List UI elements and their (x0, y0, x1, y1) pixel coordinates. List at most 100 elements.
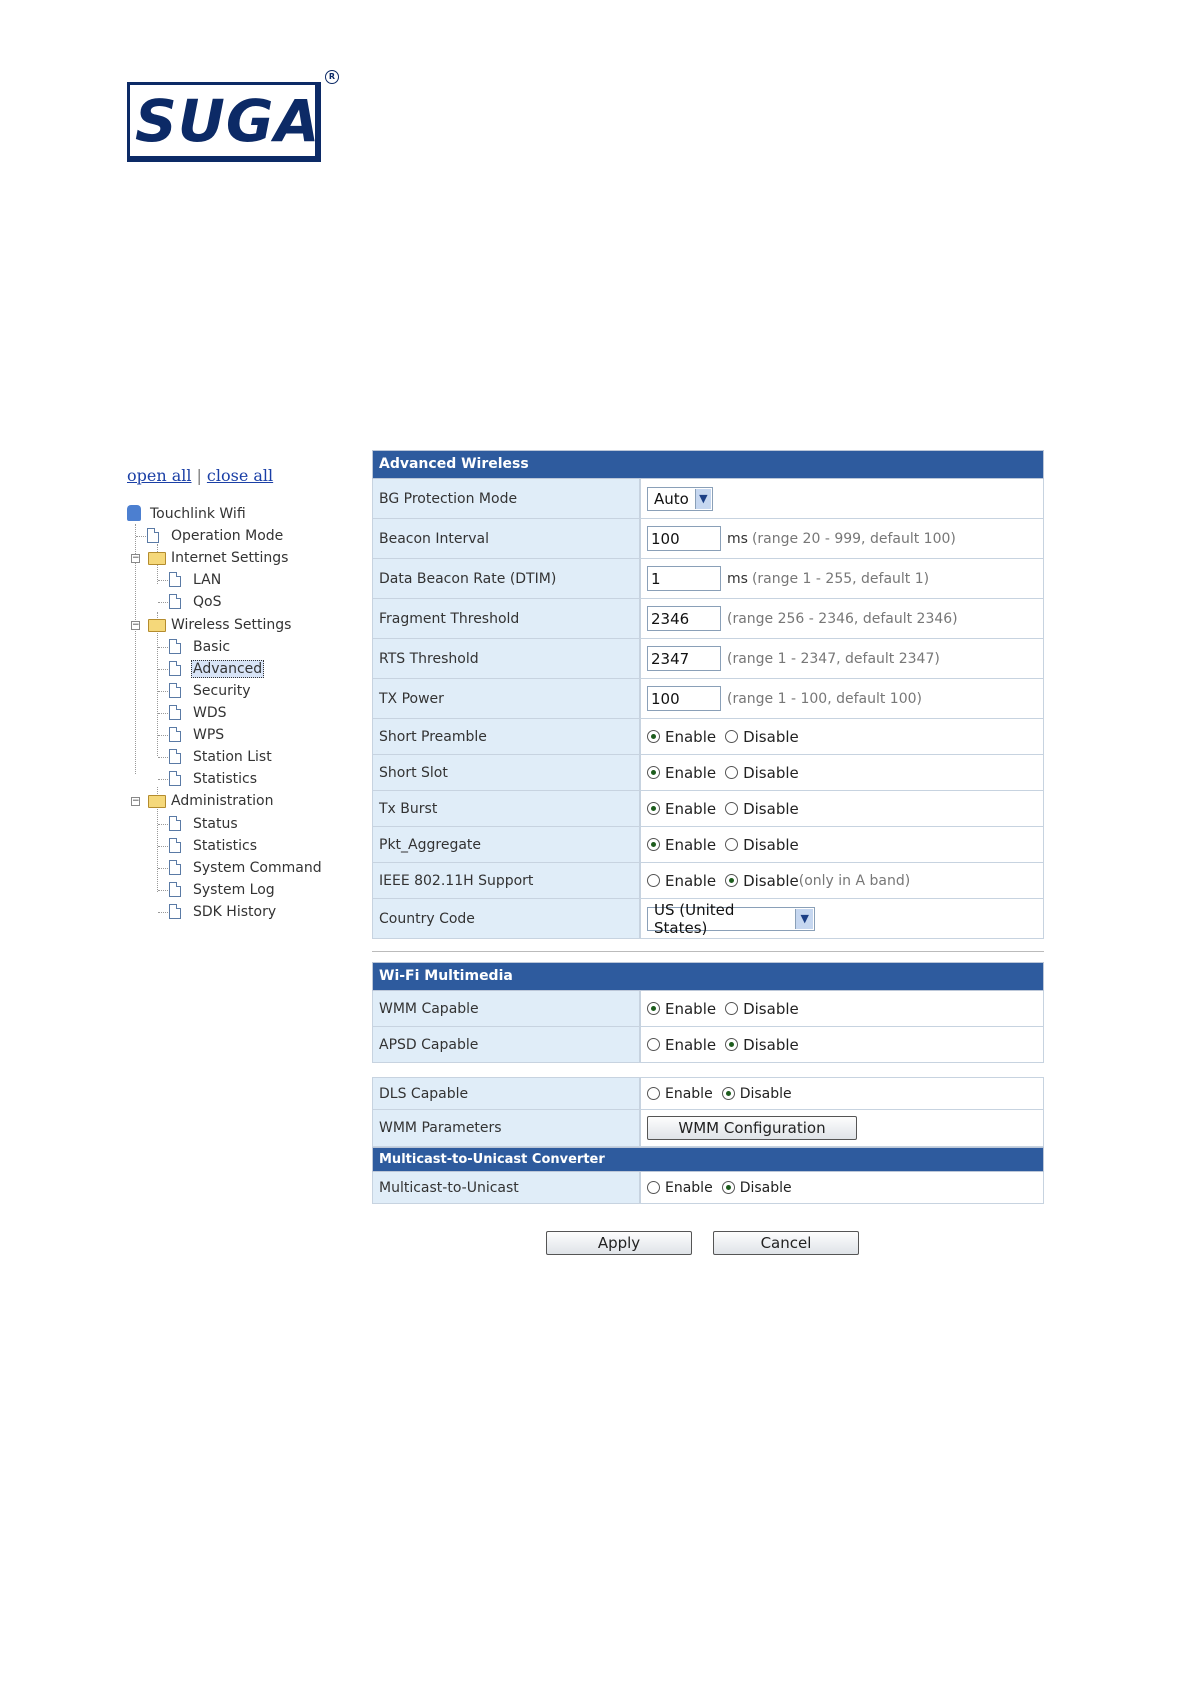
ieee80211h-label: IEEE 802.11H Support (373, 863, 641, 898)
ieee80211h-enable-radio[interactable] (647, 874, 660, 887)
short-preamble-disable-radio[interactable] (725, 730, 739, 743)
page-icon (169, 838, 181, 853)
cancel-button[interactable]: Cancel (713, 1231, 859, 1255)
tx-burst-enable-radio[interactable] (647, 802, 660, 815)
short-slot-enable-radio[interactable] (647, 766, 660, 779)
collapse-icon[interactable]: − (131, 554, 140, 563)
wmm-capable-disable-radio[interactable] (725, 1002, 739, 1015)
beacon-interval-row: Beacon Interval ms (range 20 - 999, defa… (372, 519, 1044, 559)
ieee80211h-row: IEEE 802.11H Support Enable Disable (onl… (372, 863, 1044, 899)
ieee80211h-disable-radio[interactable] (725, 874, 739, 887)
tx-power-hint: (range 1 - 100, default 100) (727, 690, 922, 707)
short-slot-label: Short Slot (373, 755, 641, 790)
page-icon (147, 528, 159, 543)
rts-threshold-label: RTS Threshold (373, 639, 641, 678)
dtim-input[interactable] (647, 566, 721, 591)
apsd-capable-label: APSD Capable (373, 1027, 641, 1062)
short-preamble-enable-radio[interactable] (647, 730, 660, 743)
wifi-multimedia-header: Wi-Fi Multimedia (372, 962, 1044, 991)
page-icon (169, 683, 181, 698)
collapse-icon[interactable]: − (131, 797, 140, 806)
multicast-to-unicast-header: Multicast-to-Unicast Converter (372, 1147, 1044, 1172)
folder-icon (148, 619, 166, 632)
page-icon (169, 749, 181, 764)
country-code-label: Country Code (373, 899, 641, 938)
wmm-parameters-label: WMM Parameters (373, 1110, 641, 1146)
wmm-configuration-button[interactable]: WMM Configuration (647, 1116, 857, 1140)
rts-threshold-row: RTS Threshold (range 1 - 2347, default 2… (372, 639, 1044, 679)
dls-capable-label: DLS Capable (373, 1078, 641, 1109)
multicast-to-unicast-enable-radio[interactable] (647, 1181, 660, 1194)
collapse-icon[interactable]: − (131, 621, 140, 630)
country-code-row: Country Code US (United States) ▼ (372, 899, 1044, 939)
fragment-threshold-hint: (range 256 - 2346, default 2346) (727, 610, 958, 627)
dtim-row: Data Beacon Rate (DTIM) ms (range 1 - 25… (372, 559, 1044, 599)
multicast-to-unicast-disable-radio[interactable] (721, 1181, 735, 1194)
beacon-interval-label: Beacon Interval (373, 519, 641, 558)
fragment-threshold-input[interactable] (647, 606, 721, 631)
pkt-aggregate-enable-radio[interactable] (647, 838, 660, 851)
ieee80211h-note: (only in A band) (798, 872, 911, 889)
pkt-aggregate-row: Pkt_Aggregate Enable Disable (372, 827, 1044, 863)
page-icon (169, 882, 181, 897)
page-icon (169, 639, 181, 654)
rts-threshold-hint: (range 1 - 2347, default 2347) (727, 650, 940, 667)
multicast-to-unicast-label: Multicast-to-Unicast (373, 1172, 641, 1203)
tx-burst-label: Tx Burst (373, 791, 641, 826)
short-slot-row: Short Slot Enable Disable (372, 755, 1044, 791)
page-icon (169, 572, 181, 587)
chevron-down-icon: ▼ (795, 908, 813, 929)
apsd-capable-disable-radio[interactable] (725, 1038, 739, 1051)
close-all-link[interactable]: close all (207, 466, 273, 485)
folder-icon (148, 795, 166, 808)
rts-threshold-input[interactable] (647, 646, 721, 671)
tx-burst-disable-radio[interactable] (725, 802, 739, 815)
page-icon (169, 904, 181, 919)
fragment-threshold-label: Fragment Threshold (373, 599, 641, 638)
wmm-capable-label: WMM Capable (373, 991, 641, 1026)
page-icon (169, 661, 181, 676)
dls-capable-enable-radio[interactable] (647, 1087, 660, 1100)
tree-toggle-links: open all | close all (127, 466, 273, 485)
chevron-down-icon: ▼ (694, 488, 711, 509)
wmm-parameters-row: WMM Parameters WMM Configuration (372, 1110, 1044, 1147)
dtim-hint: (range 1 - 255, default 1) (751, 570, 930, 587)
fragment-threshold-row: Fragment Threshold (range 256 - 2346, de… (372, 599, 1044, 639)
country-code-select[interactable]: US (United States) ▼ (647, 901, 815, 937)
short-slot-disable-radio[interactable] (725, 766, 739, 779)
page-icon (169, 816, 181, 831)
apsd-capable-enable-radio[interactable] (647, 1038, 660, 1051)
tx-power-row: TX Power (range 1 - 100, default 100) (372, 679, 1044, 719)
apsd-capable-row: APSD Capable Enable Disable (372, 1027, 1044, 1063)
short-preamble-row: Short Preamble Enable Disable (372, 719, 1044, 755)
dtim-unit: ms (727, 570, 748, 587)
wmm-capable-row: WMM Capable Enable Disable (372, 991, 1044, 1027)
page-icon (169, 594, 181, 609)
dtim-label: Data Beacon Rate (DTIM) (373, 559, 641, 598)
tx-power-input[interactable] (647, 686, 721, 711)
multicast-to-unicast-row: Multicast-to-Unicast Enable Disable (372, 1172, 1044, 1204)
tx-power-label: TX Power (373, 679, 641, 718)
page-icon (169, 771, 181, 786)
short-preamble-label: Short Preamble (373, 719, 641, 754)
dls-capable-disable-radio[interactable] (721, 1087, 735, 1100)
folder-icon (148, 552, 166, 565)
beacon-interval-unit: ms (727, 530, 748, 547)
link-separator: | (196, 466, 202, 485)
page-icon (169, 860, 181, 875)
form-actions: Apply Cancel (546, 1231, 866, 1255)
bg-protection-row: BG Protection Mode Auto ▼ (372, 479, 1044, 519)
registered-mark-icon: R (325, 70, 339, 84)
tx-burst-row: Tx Burst Enable Disable (372, 791, 1044, 827)
wmm-capable-enable-radio[interactable] (647, 1002, 660, 1015)
bg-protection-select[interactable]: Auto ▼ (647, 486, 713, 511)
pkt-aggregate-disable-radio[interactable] (725, 838, 739, 851)
beacon-interval-input[interactable] (647, 526, 721, 551)
advanced-settings-panel: Advanced Wireless BG Protection Mode Aut… (372, 450, 1044, 1204)
open-all-link[interactable]: open all (127, 466, 192, 485)
beacon-interval-hint: (range 20 - 999, default 100) (751, 530, 956, 547)
apply-button[interactable]: Apply (546, 1231, 692, 1255)
page-icon (169, 727, 181, 742)
logo-text: SUGA (135, 87, 321, 155)
dls-capable-row: DLS Capable Enable Disable (372, 1077, 1044, 1110)
